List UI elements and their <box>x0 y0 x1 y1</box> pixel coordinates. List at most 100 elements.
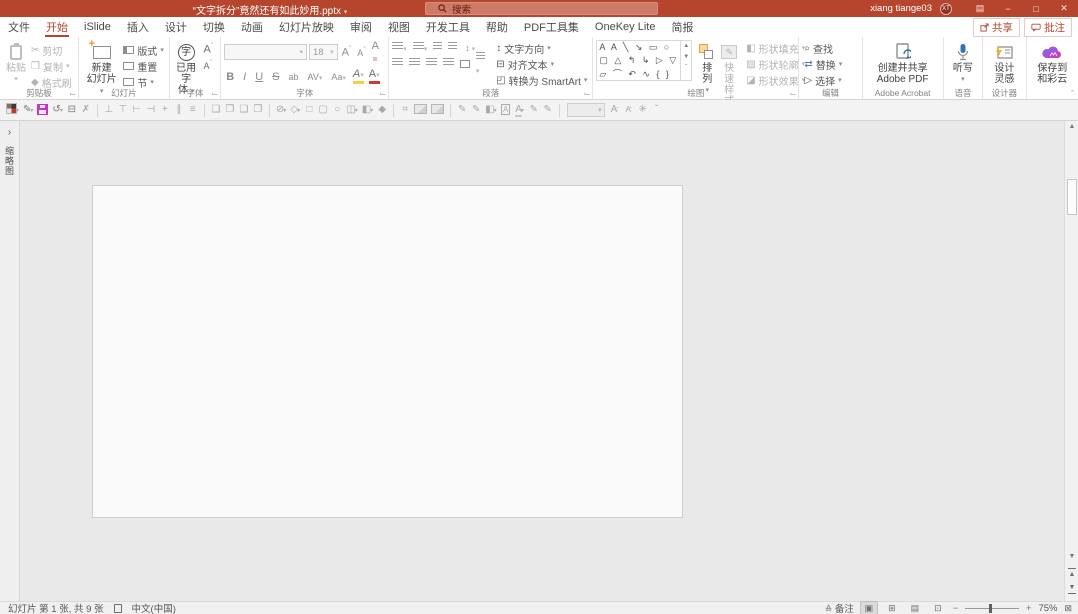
font-name-combo[interactable]: ▾ <box>224 44 307 60</box>
eyedropper-button[interactable]: ✎ <box>527 100 541 120</box>
tab-design[interactable]: 设计 <box>157 17 195 37</box>
islide-grow-font-button[interactable]: Aˆ <box>200 41 218 57</box>
edit-shape-button[interactable]: ◇▾ <box>288 100 302 121</box>
shape-effects-button[interactable]: ◪形状效果▾ <box>744 72 807 88</box>
vertical-scrollbar[interactable]: ▲ ▼ ▲ ▼ <box>1064 121 1078 601</box>
tab-home[interactable]: 开始 <box>38 17 76 37</box>
user-name[interactable]: xiang tiange03 <box>870 3 932 14</box>
tab-view[interactable]: 视图 <box>380 17 418 37</box>
zoom-slider-thumb[interactable] <box>989 604 992 613</box>
font-color-qat-button[interactable]: A▾ <box>513 100 527 121</box>
character-spacing-button[interactable]: AV▾ <box>306 72 325 82</box>
previous-slide-button[interactable]: ▲ <box>1065 567 1078 579</box>
cut-button[interactable]: ✂剪切 <box>29 42 74 58</box>
save-button[interactable] <box>35 100 50 120</box>
shapes-row-2[interactable]: ▢ △ ↰ ↳ ▷ ▽ <box>599 55 678 66</box>
islide-font-dialog-launcher[interactable]: ⌙ <box>212 90 219 98</box>
copy-button[interactable]: ❐复制▾ <box>29 58 74 74</box>
gallery-more-icon[interactable]: ˇ <box>681 63 691 74</box>
expand-thumbnails-icon[interactable]: › <box>8 127 11 138</box>
paragraph-dialog-launcher[interactable]: ⌙ <box>584 90 591 98</box>
clear-formatting-button[interactable]: A <box>370 40 386 64</box>
maximize-button[interactable]: □ <box>1022 0 1050 17</box>
text-shadow-button[interactable]: ab <box>287 72 301 82</box>
more-shapes-button[interactable]: ◫▾ <box>344 100 359 121</box>
align-left-button[interactable] <box>392 58 403 70</box>
zoom-in-button[interactable]: + <box>1026 603 1031 613</box>
tab-review[interactable]: 审阅 <box>342 17 380 37</box>
create-share-pdf-button[interactable]: 创建并共享 Adobe PDF <box>874 40 932 86</box>
rectangle-tool-button[interactable]: □ <box>302 100 316 120</box>
align-center-button[interactable] <box>409 58 420 70</box>
send-backward-button[interactable]: ❒ <box>251 100 265 120</box>
font-color-button[interactable]: A▾ <box>369 69 380 84</box>
change-picture-button[interactable] <box>429 100 446 120</box>
font-dialog-launcher[interactable]: ⌙ <box>380 90 387 98</box>
shapes-row-3[interactable]: ▱ ⌒ ↶ ∿ { } <box>599 67 678 80</box>
qat-font-combo[interactable]: ▾ <box>567 103 605 117</box>
bullets-button[interactable]: ▾ <box>392 42 407 54</box>
tab-islide[interactable]: iSlide <box>76 17 119 37</box>
shrink-font-button[interactable]: Aˇ <box>355 47 367 58</box>
scrollbar-thumb[interactable] <box>1067 179 1077 215</box>
eyedropper-alt-button[interactable]: ✎ <box>541 100 555 120</box>
reset-button[interactable]: 重置 <box>121 58 166 74</box>
text-box-button[interactable]: A <box>499 100 513 120</box>
slide-canvas[interactable] <box>92 185 683 518</box>
thumbnail-pane-collapsed[interactable]: › 缩略图 <box>0 121 20 601</box>
slide-sorter-view-button[interactable]: ⊞ <box>884 602 900 614</box>
columns-dropdown-button[interactable]: ▾ <box>476 52 486 76</box>
gallery-scroll-down-icon[interactable]: ▼ <box>681 52 691 63</box>
distribute-vertical-button[interactable]: ≡ <box>186 100 200 120</box>
document-title[interactable]: “文字拆分”竟然还有如此妙用.pptx ▾ <box>120 2 420 17</box>
tab-slideshow[interactable]: 幻灯片放映 <box>271 17 342 37</box>
tab-file[interactable]: 文件 <box>0 17 38 37</box>
tab-animations[interactable]: 动画 <box>233 17 271 37</box>
align-center-objects-button[interactable]: + <box>158 100 172 120</box>
shapes-row-1[interactable]: A A ╲ ↘ ▭ ○ <box>599 42 678 53</box>
shape-outline-button[interactable]: ▨形状轮廓▾ <box>744 56 807 72</box>
avatar[interactable]: XT <box>940 3 952 15</box>
delete-button[interactable]: ✗ <box>79 100 93 120</box>
tab-pdf-tools[interactable]: PDF工具集 <box>516 17 587 37</box>
highlighter-button[interactable]: ◧▾ <box>483 100 498 121</box>
tab-briefing[interactable]: 简报 <box>663 17 701 37</box>
title-dropdown-icon[interactable]: ▾ <box>344 9 348 16</box>
line-spacing-button[interactable]: ↕▾ <box>463 42 475 54</box>
edit-slide-button[interactable]: ✎▾ <box>21 100 35 121</box>
search-box[interactable]: 搜索 <box>425 2 658 15</box>
collapse-ribbon-button[interactable]: ˆ <box>1071 90 1074 98</box>
tab-onekey-lite[interactable]: OneKey Lite <box>587 17 664 37</box>
italic-button[interactable]: I <box>241 71 248 83</box>
format-painter-qat-button[interactable]: ◆ <box>375 100 389 120</box>
qat-more-commands-button[interactable]: ˇ <box>650 100 664 120</box>
rounded-rectangle-tool-button[interactable]: ▢ <box>316 100 330 120</box>
qat-settings-button[interactable]: ✳ <box>636 100 650 120</box>
insert-picture-button[interactable] <box>412 100 429 120</box>
bold-button[interactable]: B <box>224 71 236 83</box>
align-text-button[interactable]: ⊟对齐文本▾ <box>494 56 589 72</box>
qat-shrink-font-button[interactable]: Aˇ <box>622 100 636 121</box>
highlight-color-button[interactable]: A▾ <box>353 69 364 84</box>
paste-button[interactable]: 粘贴 ▾ <box>3 40 29 86</box>
slide-number-indicator[interactable]: 幻灯片 第 1 张, 共 9 张 <box>8 601 104 614</box>
tab-transitions[interactable]: 切换 <box>195 17 233 37</box>
clipboard-dialog-launcher[interactable]: ⌙ <box>69 90 76 98</box>
gallery-scroll-up-icon[interactable]: ▲ <box>681 41 691 52</box>
decrease-indent-button[interactable] <box>433 42 442 54</box>
shapes-gallery[interactable]: A A ╲ ↘ ▭ ○ ▢ △ ↰ ↳ ▷ ▽ ▱ ⌒ ↶ ∿ { } <box>596 40 681 81</box>
pen-button[interactable]: ✎ <box>455 100 469 120</box>
layout-button[interactable]: 版式▾ <box>121 42 166 58</box>
find-button[interactable]: ⌕查找 <box>802 40 844 56</box>
dictate-button[interactable]: 听写 ▾ <box>950 40 976 86</box>
slideshow-from-current-button[interactable]: ⊟ <box>65 100 79 120</box>
scroll-up-arrow[interactable]: ▲ <box>1065 123 1078 130</box>
drawing-dialog-launcher[interactable]: ⌙ <box>790 90 797 98</box>
align-left-objects-button[interactable]: ⊢ <box>130 100 144 120</box>
theme-colors-button[interactable]: ▾ <box>4 100 21 121</box>
font-size-combo[interactable]: 18▾ <box>309 44 338 60</box>
language-indicator[interactable]: 中文(中国) <box>132 601 176 614</box>
close-button[interactable]: ✕ <box>1050 0 1078 17</box>
change-case-button[interactable]: Aa▾ <box>329 72 348 82</box>
next-slide-button[interactable]: ▼ <box>1065 583 1078 595</box>
